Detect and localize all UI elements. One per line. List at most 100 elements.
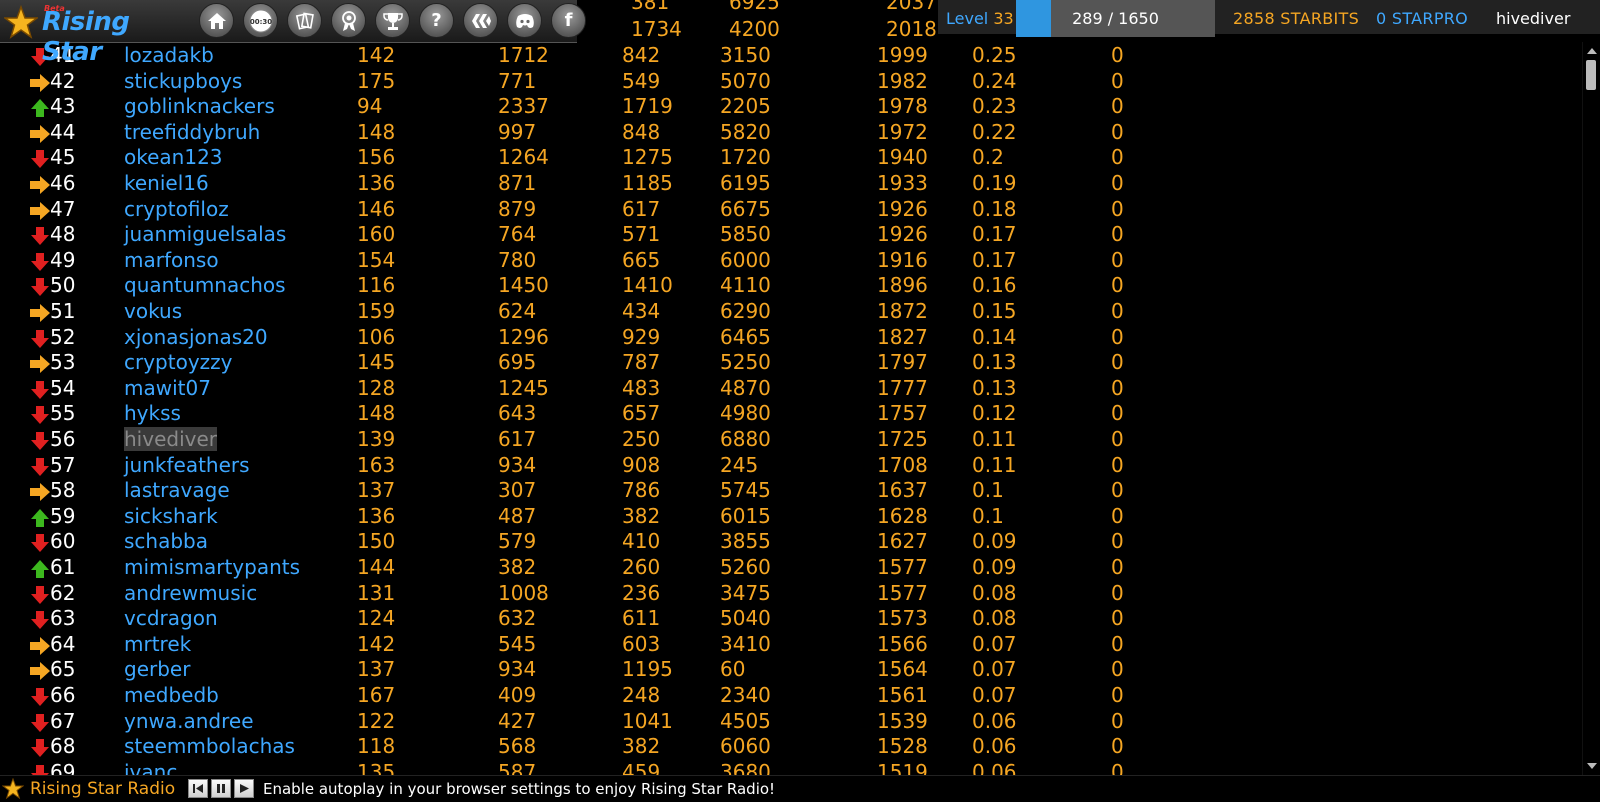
table-row: 56 hivediver 139 617 250 6880 1725 0.11 0 bbox=[0, 426, 1200, 452]
scroll-up-arrow-icon[interactable] bbox=[1587, 48, 1597, 54]
player-name-link[interactable]: junkfeathers bbox=[124, 453, 250, 477]
scroll-thumb[interactable] bbox=[1586, 60, 1596, 90]
table-row: 53 cryptoyzzy 145 695 787 5250 1797 0.13 0 bbox=[0, 349, 1200, 375]
player-name-link[interactable]: xjonasjonas20 bbox=[124, 325, 268, 349]
player-name-link[interactable]: medbedb bbox=[124, 683, 219, 707]
stat-cell-c2: 934 bbox=[498, 452, 537, 477]
stat-cell-c3: 1041 bbox=[622, 708, 673, 733]
trend-down-arrow-icon bbox=[30, 713, 50, 732]
facebook-icon[interactable]: f bbox=[551, 3, 586, 38]
stat-cell-c4: 6195 bbox=[720, 171, 771, 195]
player-name-link[interactable]: keniel16 bbox=[124, 171, 209, 195]
stat-cell-c5: 1797 bbox=[877, 350, 928, 375]
player-name-link[interactable]: schabba bbox=[124, 529, 208, 553]
stat-cell-c3: 786 bbox=[622, 478, 661, 503]
cards-icon[interactable] bbox=[287, 3, 322, 38]
player-name-link[interactable]: vokus bbox=[124, 299, 182, 323]
stat-cell-c2: 1264 bbox=[498, 145, 549, 170]
stat-cell-c5: 1940 bbox=[877, 145, 928, 170]
player-name-link[interactable]: mrtrek bbox=[124, 632, 191, 656]
rank-cell: 45 bbox=[50, 145, 76, 170]
player-name-link[interactable]: juanmiguelsalas bbox=[124, 222, 286, 246]
help-label: ? bbox=[431, 10, 442, 31]
player-name-link[interactable]: gerber bbox=[124, 657, 190, 681]
table-row: 65 gerber 137 934 1195 60 1564 0.07 0 bbox=[0, 656, 1200, 682]
stat-cell-c7: 0 bbox=[1111, 324, 1124, 349]
username[interactable]: hivediver bbox=[1496, 9, 1570, 28]
stat-cell-c1: 106 bbox=[357, 324, 396, 349]
stat-cell-c4: 60 bbox=[720, 657, 746, 682]
stat-cell-c7: 0 bbox=[1111, 606, 1124, 631]
player-name-link[interactable]: quantumnachos bbox=[124, 273, 286, 297]
player-name-link[interactable]: mawit07 bbox=[124, 376, 211, 400]
stat-cell-c5: 1627 bbox=[877, 529, 928, 554]
timer-label: 00:30 bbox=[249, 18, 271, 26]
logo[interactable]: Beta Rising Star bbox=[4, 4, 192, 67]
trend-down-arrow-icon bbox=[30, 252, 50, 271]
stat-cell-c1: 160 bbox=[357, 222, 396, 247]
stat-cell-c6: 0.08 bbox=[972, 606, 1017, 631]
stat-cell-c5: 1777 bbox=[877, 375, 928, 400]
stat-cell-c3: 1275 bbox=[622, 145, 673, 170]
stat-cell-c2: 427 bbox=[498, 708, 537, 733]
rank-cell: 43 bbox=[50, 94, 76, 119]
player-name-link[interactable]: treefiddybruh bbox=[124, 120, 260, 144]
stat-cell-c1: 137 bbox=[357, 478, 396, 503]
radio-autoplay-message: Enable autoplay in your browser settings… bbox=[263, 780, 776, 798]
player-name-link[interactable]: sickshark bbox=[124, 504, 218, 528]
player-name-link[interactable]: cryptofiloz bbox=[124, 197, 229, 221]
player-name-link[interactable]: steemmbolachas bbox=[124, 734, 295, 758]
stat-cell-c1: 137 bbox=[357, 657, 396, 682]
page-scrollbar[interactable] bbox=[1582, 42, 1600, 775]
player-name-link[interactable]: cryptoyzzy bbox=[124, 350, 233, 374]
play-icon[interactable] bbox=[234, 779, 254, 798]
stat-cell-c6: 0.06 bbox=[972, 759, 1017, 775]
discord-icon[interactable] bbox=[507, 3, 542, 38]
player-name-link[interactable]: lastravage bbox=[124, 478, 230, 502]
stat-cell-c5: 1916 bbox=[877, 247, 928, 272]
stat-cell-c1: 116 bbox=[357, 273, 396, 298]
help-icon[interactable]: ? bbox=[419, 3, 454, 38]
stat-cell-c3: 908 bbox=[622, 452, 661, 477]
timer-icon[interactable]: 00:30 bbox=[243, 3, 278, 38]
home-icon[interactable] bbox=[199, 3, 234, 38]
rank-cell: 60 bbox=[50, 529, 76, 554]
stat-cell-c7: 0 bbox=[1111, 94, 1124, 119]
player-name-link[interactable]: ynwa.andree bbox=[124, 709, 254, 733]
player-name-link[interactable]: andrewmusic bbox=[124, 581, 257, 605]
stat-cell-c4: 3680 bbox=[720, 759, 771, 775]
table-row: 66 medbedb 167 409 248 2340 1561 0.07 0 bbox=[0, 682, 1200, 708]
stat-cell-c3: 549 bbox=[622, 68, 661, 93]
player-name-link[interactable]: marfonso bbox=[124, 248, 219, 272]
player-name-link[interactable]: mimismartypants bbox=[124, 555, 300, 579]
player-name-link[interactable]: hykss bbox=[124, 401, 181, 425]
trend-same-arrow-icon bbox=[30, 636, 50, 655]
player-name-link[interactable]: ivanc bbox=[124, 760, 177, 775]
stat-cell-c7: 0 bbox=[1111, 171, 1124, 195]
pause-icon[interactable] bbox=[211, 779, 231, 798]
trophy-icon[interactable] bbox=[375, 3, 410, 38]
facebook-label: f bbox=[564, 10, 573, 31]
hive-icon[interactable] bbox=[463, 3, 498, 38]
stat-cell-c1: 144 bbox=[357, 555, 396, 579]
player-name-link[interactable]: vcdragon bbox=[124, 606, 218, 630]
stat-cell-c7: 0 bbox=[1111, 196, 1124, 221]
rank-cell: 44 bbox=[50, 119, 76, 144]
stat-cell-c7: 0 bbox=[1111, 350, 1124, 375]
stat-cell-c4: 4980 bbox=[720, 401, 771, 426]
player-name-link[interactable]: goblinknackers bbox=[124, 94, 275, 118]
peek-value: 381 bbox=[631, 0, 670, 14]
stat-cell-c3: 665 bbox=[622, 247, 661, 272]
stat-cell-c4: 5820 bbox=[720, 119, 771, 144]
award-icon[interactable] bbox=[331, 3, 366, 38]
stat-cell-c1: 154 bbox=[357, 247, 396, 272]
player-name-link[interactable]: hivediver bbox=[124, 427, 217, 451]
stat-cell-c5: 1926 bbox=[877, 196, 928, 221]
player-name-link[interactable]: stickupboys bbox=[124, 69, 242, 93]
player-name-link[interactable]: okean123 bbox=[124, 145, 223, 169]
scroll-down-arrow-icon[interactable] bbox=[1587, 763, 1597, 769]
stat-cell-c7: 0 bbox=[1111, 43, 1124, 67]
previous-icon[interactable] bbox=[188, 779, 208, 798]
table-row: 50 quantumnachos 116 1450 1410 4110 1896 0.16 0 bbox=[0, 272, 1200, 298]
stat-cell-c4: 4870 bbox=[720, 375, 771, 400]
